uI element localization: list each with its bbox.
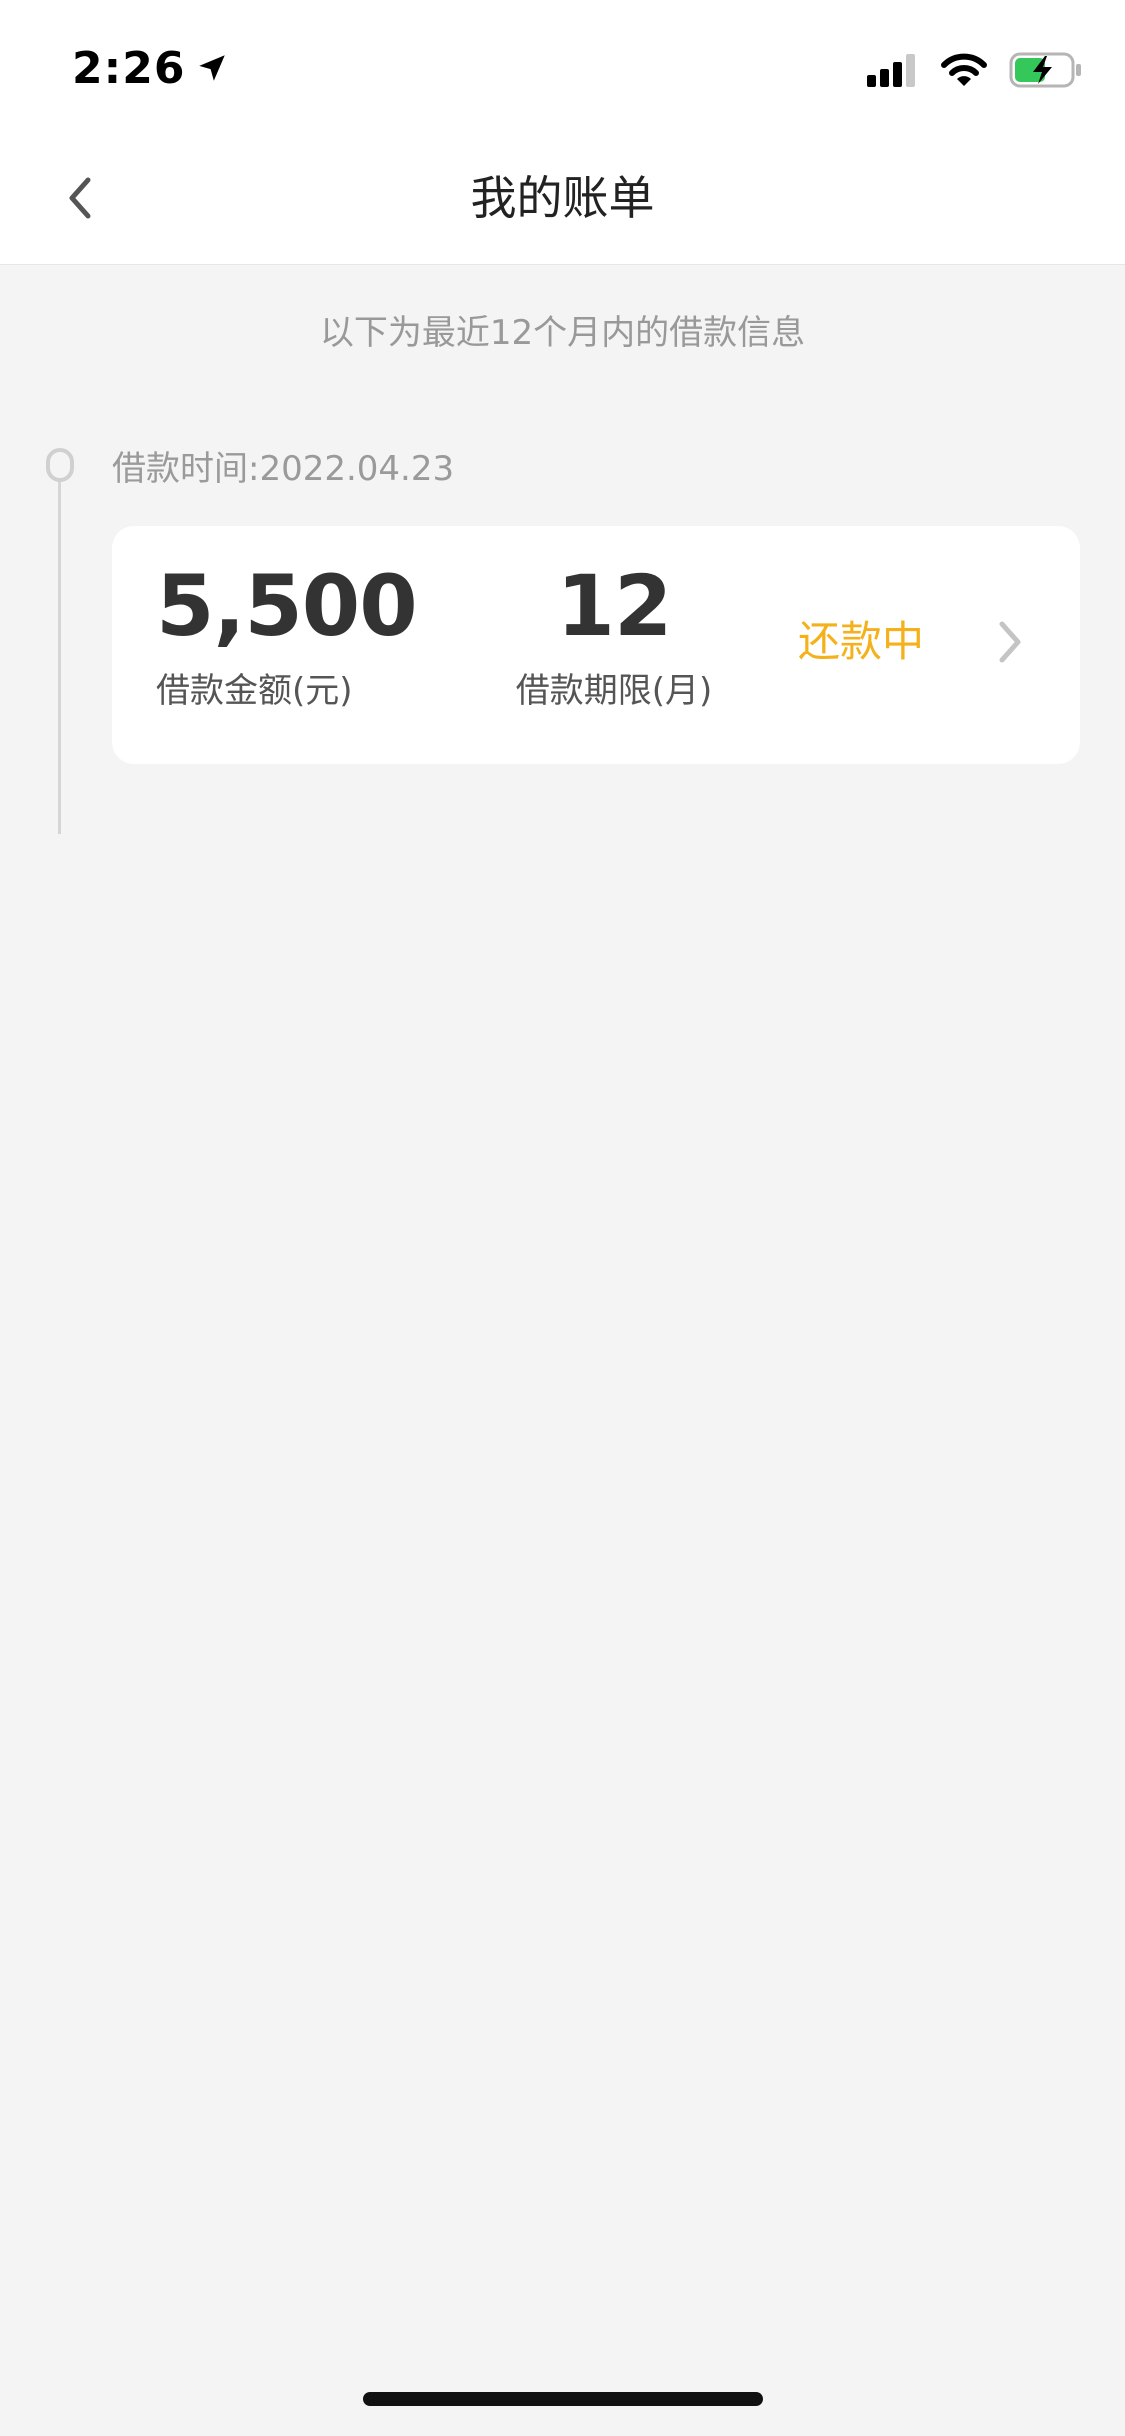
battery-charging-icon: [1009, 52, 1081, 88]
wifi-icon: [941, 53, 987, 86]
status-time: 2:26: [72, 42, 186, 94]
cellular-signal-icon: [867, 54, 915, 87]
timeline-dot: [46, 448, 74, 482]
home-indicator: [363, 2392, 763, 2406]
navigation-bar: 我的账单: [0, 132, 1125, 265]
location-arrow-icon: [199, 55, 226, 81]
page-title: 我的账单: [470, 171, 655, 225]
status-icons: [867, 48, 1083, 92]
loan-term-label: 借款期限(月): [515, 671, 713, 711]
timeline-line: [58, 478, 61, 834]
loan-term-value: 12: [556, 557, 673, 655]
loan-amount-block: 5,500 借款金额(元): [156, 556, 476, 716]
loan-date: 借款时间:2022.04.23: [112, 449, 455, 489]
status-bar: 2:26: [0, 0, 1125, 132]
chevron-right-icon: [999, 621, 1021, 663]
info-subtitle: 以下为最近12个月内的借款信息: [319, 313, 806, 353]
status-time-group: 2:26: [72, 38, 229, 98]
loan-amount-label: 借款金额(元): [156, 671, 353, 711]
loan-card[interactable]: 5,500 借款金额(元) 12 借款期限(月) 还款中: [112, 526, 1080, 764]
loan-term-block: 12 借款期限(月): [494, 556, 734, 716]
loan-status: 还款中: [798, 617, 925, 666]
loan-amount-value: 5,500: [156, 557, 418, 655]
